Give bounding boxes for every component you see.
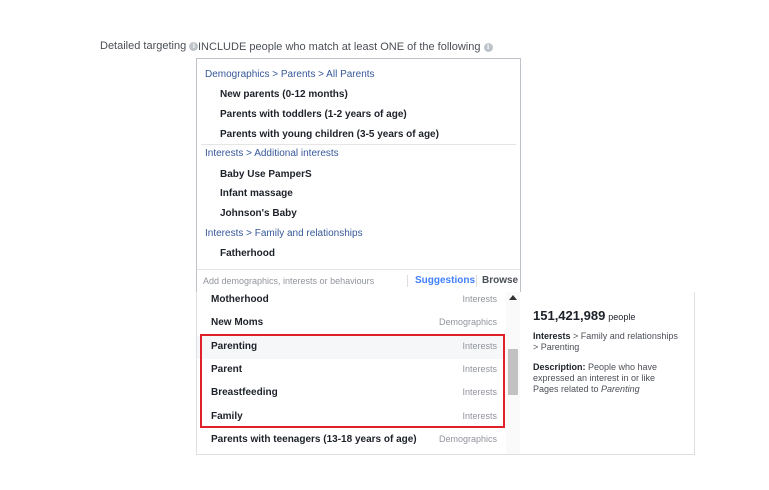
suggestion-type: Demographics	[438, 434, 497, 444]
category-demographics-parents[interactable]: Demographics > Parents > All Parents	[205, 69, 375, 80]
category-additional-interests[interactable]: Interests > Additional interests	[205, 148, 339, 159]
detailed-targeting-text: Detailed targeting	[100, 40, 187, 52]
selected-item[interactable]: Johnson's Baby	[220, 208, 297, 219]
selected-item[interactable]: New parents (0-12 months)	[220, 89, 348, 100]
detailed-targeting-label: Detailed targeting i	[100, 40, 199, 52]
selected-item[interactable]: Baby Use PamperS	[220, 169, 312, 180]
audience-size: 151,421,989 people	[533, 308, 683, 323]
selected-item[interactable]: Parents with toddlers (1-2 years of age)	[220, 109, 407, 120]
include-rest: people who match at least ONE of the fol…	[249, 41, 481, 53]
group-divider	[201, 144, 516, 145]
suggestion-row[interactable]: Parents with teenagers (13-18 years of a…	[197, 429, 505, 452]
suggestion-name: New Moms	[211, 317, 264, 328]
scroll-thumb[interactable]	[508, 349, 518, 395]
info-icon[interactable]: i	[483, 42, 493, 52]
tab-browse[interactable]: Browse	[482, 275, 518, 286]
category-family-relationships[interactable]: Interests > Family and relationships	[205, 228, 363, 239]
search-input[interactable]	[203, 274, 403, 288]
suggestion-type: Interests	[462, 294, 497, 304]
selected-targeting-box: Demographics > Parents > All Parents New…	[196, 58, 521, 293]
audience-info-panel: 151,421,989 people Interests > Family and…	[533, 308, 683, 395]
selected-item[interactable]: Parents with young children (3-5 years o…	[220, 129, 439, 140]
search-row: Suggestions Browse	[197, 269, 520, 292]
separator	[407, 275, 408, 287]
suggestion-row[interactable]: Motherhood Interests	[197, 292, 505, 312]
tab-suggestions[interactable]: Suggestions	[415, 275, 475, 286]
suggestion-name: Motherhood	[211, 294, 269, 305]
interest-description: Description: People who have expressed a…	[533, 362, 683, 395]
audience-count: 151,421,989	[533, 308, 606, 323]
separator	[476, 275, 477, 287]
selected-item[interactable]: Infant massage	[220, 188, 293, 199]
interest-path-label: Interests	[533, 331, 571, 341]
info-icon[interactable]: i	[189, 41, 199, 51]
scrollbar[interactable]	[506, 292, 520, 454]
suggestion-row[interactable]: New Moms Demographics	[197, 312, 505, 335]
audience-count-unit: people	[608, 312, 636, 322]
selected-item[interactable]: Fatherhood	[220, 248, 275, 259]
highlight-annotation-box	[200, 334, 505, 428]
interest-path: Interests > Family and relationships > P…	[533, 331, 683, 353]
suggestion-type: Demographics	[438, 317, 497, 327]
include-keyword: INCLUDE	[198, 41, 247, 53]
include-description: INCLUDE people who match at least ONE of…	[198, 41, 493, 53]
scroll-up-arrow-icon[interactable]	[509, 295, 517, 300]
suggestion-name: Parents with teenagers (13-18 years of a…	[211, 434, 417, 445]
description-topic: Parenting	[601, 384, 640, 394]
description-label: Description:	[533, 362, 586, 372]
